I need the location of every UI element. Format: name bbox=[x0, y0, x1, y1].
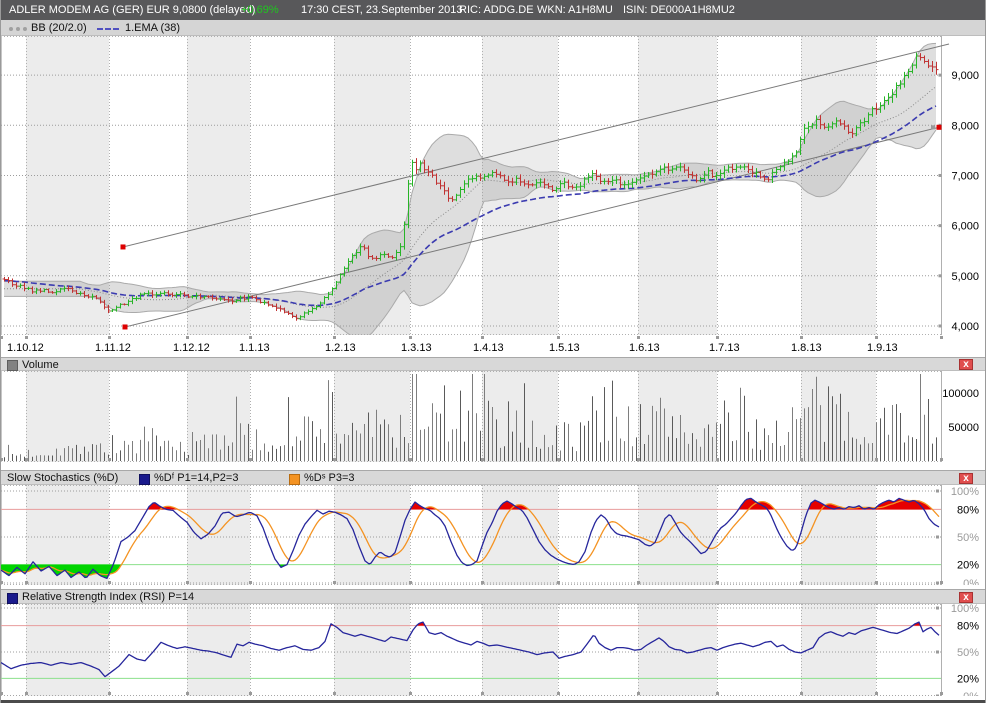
stoch-fast-label: %Dᶠ P1=14,P2=3 bbox=[154, 472, 238, 484]
svg-text:1.2.13: 1.2.13 bbox=[325, 342, 356, 354]
svg-text:100%: 100% bbox=[951, 604, 979, 615]
close-rsi-panel-button[interactable]: x bbox=[959, 592, 973, 603]
stochastics-chart-canvas[interactable]: 100% 80% 50% 20% 0% bbox=[1, 485, 986, 585]
svg-text:80%: 80% bbox=[957, 504, 979, 516]
svg-text:1.9.13: 1.9.13 bbox=[867, 342, 898, 354]
svg-text:20%: 20% bbox=[957, 560, 979, 572]
svg-text:1.6.13: 1.6.13 bbox=[629, 342, 660, 354]
quote-header-bar: ADLER MODEM AG (GER) EUR 9,0800 (delayed… bbox=[1, 0, 986, 20]
ema-legend-label[interactable]: 1.EMA (38) bbox=[125, 22, 180, 34]
indicator-legend-row: BB (20/2.0) 1.EMA (38) bbox=[1, 20, 986, 36]
svg-text:50000: 50000 bbox=[948, 422, 979, 434]
bottom-border bbox=[1, 696, 986, 703]
volume-swatch-icon bbox=[7, 360, 18, 371]
svg-text:100000: 100000 bbox=[942, 388, 979, 400]
stoch-slow-label: %Dˢ P3=3 bbox=[304, 472, 355, 484]
svg-text:100%: 100% bbox=[951, 486, 979, 498]
svg-text:5,000: 5,000 bbox=[951, 271, 979, 283]
svg-text:1.5.13: 1.5.13 bbox=[549, 342, 580, 354]
svg-text:80%: 80% bbox=[957, 621, 979, 633]
rsi-panel-header: Relative Strength Index (RSI) P=14 x bbox=[1, 589, 986, 604]
stoch-fast-swatch-icon bbox=[139, 474, 150, 485]
svg-text:7,000: 7,000 bbox=[951, 170, 979, 182]
bollinger-band-swatch-icon bbox=[9, 27, 27, 31]
ric-code: RIC: ADDG.DE bbox=[459, 4, 534, 16]
svg-text:1.8.13: 1.8.13 bbox=[791, 342, 822, 354]
svg-text:1.1.13: 1.1.13 bbox=[239, 342, 270, 354]
rsi-panel-title: Relative Strength Index (RSI) P=14 bbox=[22, 591, 194, 603]
wkn-code: WKN: A1H8MU bbox=[537, 4, 613, 16]
svg-text:1.7.13: 1.7.13 bbox=[709, 342, 740, 354]
svg-text:50%: 50% bbox=[957, 532, 979, 544]
bollinger-legend-label[interactable]: BB (20/2.0) bbox=[31, 22, 87, 34]
stoch-slow-swatch-icon bbox=[289, 474, 300, 485]
volume-panel-title: Volume bbox=[22, 359, 59, 371]
svg-text:6,000: 6,000 bbox=[951, 221, 979, 233]
volume-panel-header: Volume x bbox=[1, 357, 986, 371]
instrument-title: ADLER MODEM AG (GER) EUR 9,0800 (delayed… bbox=[9, 4, 255, 16]
svg-text:1.12.12: 1.12.12 bbox=[173, 342, 210, 354]
svg-text:1.3.13: 1.3.13 bbox=[401, 342, 432, 354]
close-stochastics-panel-button[interactable]: x bbox=[959, 473, 973, 484]
date-axis: 1.10.12 1.11.12 1.12.12 1.1.13 1.2.13 1.3.13 1… bbox=[1, 335, 986, 357]
svg-text:4,000: 4,000 bbox=[951, 321, 979, 333]
stochastics-panel-title: Slow Stochastics (%D) bbox=[7, 472, 118, 484]
ema-line-swatch-icon bbox=[97, 28, 119, 30]
price-chart-canvas[interactable]: 9,000 8,000 7,000 6,000 5,000 4,000 bbox=[1, 36, 986, 335]
change-percent: +0,69% bbox=[241, 4, 279, 16]
charting-app: ADLER MODEM AG (GER) EUR 9,0800 (delayed… bbox=[0, 0, 986, 703]
svg-text:0%: 0% bbox=[963, 578, 979, 585]
svg-text:9,000: 9,000 bbox=[951, 70, 979, 82]
svg-text:1.11.12: 1.11.12 bbox=[95, 342, 131, 354]
quote-datetime: 17:30 CEST, 23.September 2013 bbox=[301, 4, 462, 16]
rsi-swatch-icon bbox=[7, 593, 18, 604]
svg-text:50%: 50% bbox=[957, 647, 979, 659]
rsi-chart-canvas[interactable]: 100%80%50%20%0% bbox=[1, 604, 986, 696]
svg-text:1.4.13: 1.4.13 bbox=[473, 342, 504, 354]
volume-chart-canvas[interactable]: 100000 50000 bbox=[1, 371, 986, 462]
svg-text:8,000: 8,000 bbox=[951, 120, 979, 132]
svg-text:20%: 20% bbox=[957, 673, 979, 685]
svg-text:1.10.12: 1.10.12 bbox=[7, 342, 44, 354]
close-volume-panel-button[interactable]: x bbox=[959, 359, 973, 370]
stochastics-panel-header: Slow Stochastics (%D) %Dᶠ P1=14,P2=3 %Dˢ… bbox=[1, 470, 986, 485]
isin-code: ISIN: DE000A1H8MU2 bbox=[623, 4, 735, 16]
